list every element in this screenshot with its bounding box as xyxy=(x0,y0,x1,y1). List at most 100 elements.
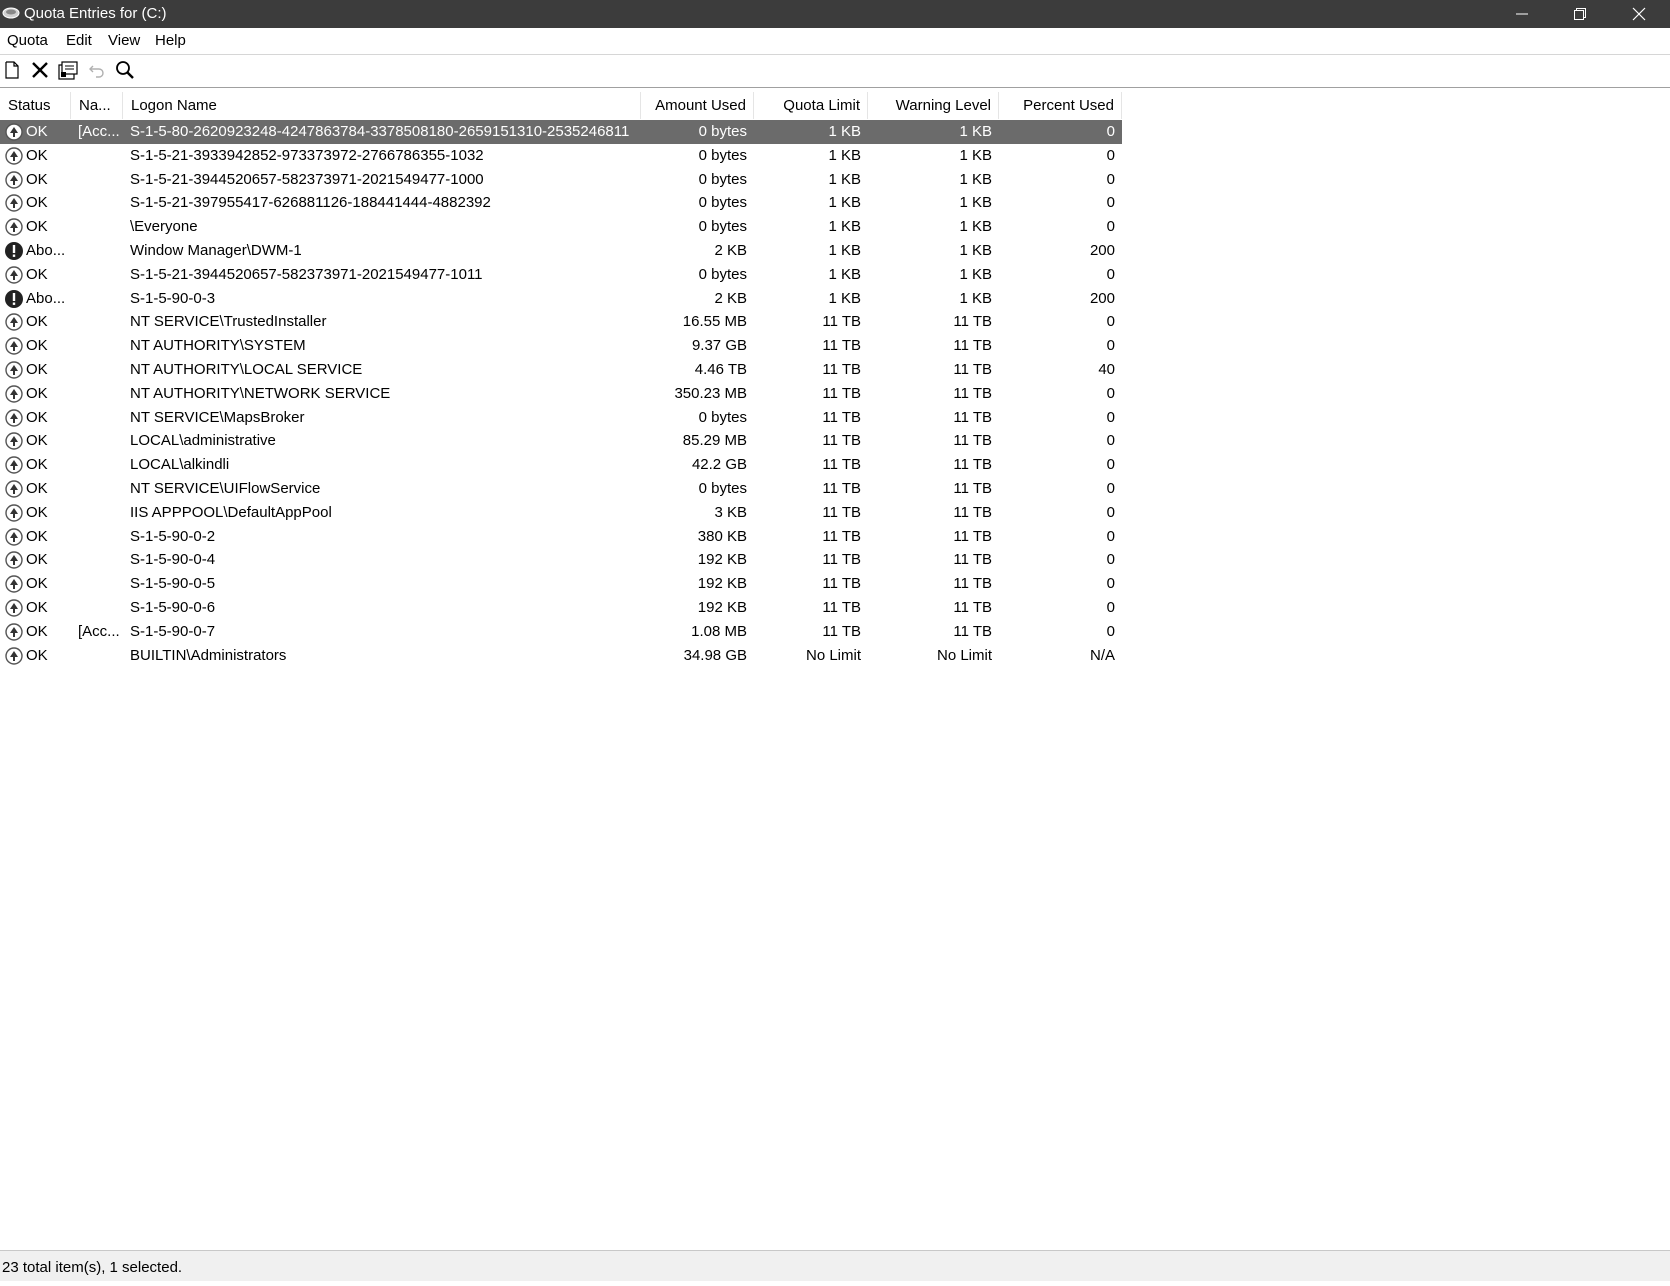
close-button[interactable] xyxy=(1610,0,1668,28)
cell-status: OK xyxy=(26,479,48,497)
delete-button[interactable] xyxy=(29,59,51,81)
minimize-icon xyxy=(1516,13,1528,15)
cell-name xyxy=(78,144,123,168)
cell-warning: 11 TB xyxy=(953,479,992,497)
cell-used: 16.55 MB xyxy=(682,313,747,331)
quota-ok-icon xyxy=(4,312,24,332)
table-row[interactable]: OK S-1-5-21-3933942852-973373972-27667863… xyxy=(0,144,1122,168)
cell-logon: NT SERVICE\TrustedInstaller xyxy=(130,313,327,331)
quota-ok-icon xyxy=(4,455,24,475)
column-header-logon-name[interactable]: Logon Name xyxy=(123,92,641,119)
table-row[interactable]: OK NT AUTHORITY\LOCAL SERVICE 4.46 TB 11 TB… xyxy=(0,358,1122,382)
restore-button[interactable] xyxy=(1551,0,1609,28)
cell-limit: 11 TB xyxy=(822,360,861,378)
cell-logon: S-1-5-21-3944520657-582373971-2021549477… xyxy=(130,265,483,283)
quota-ok-icon xyxy=(4,336,24,356)
cell-warning: 11 TB xyxy=(953,622,992,640)
cell-name: [Acc... xyxy=(78,123,120,140)
table-row[interactable]: OK \Everyone 0 bytes 1 KB 1 KB 0 xyxy=(0,215,1122,239)
table-row[interactable]: OK NT AUTHORITY\SYSTEM 9.37 GB 11 TB 11 TB 0 xyxy=(0,334,1122,358)
table-row[interactable]: OK S-1-5-21-3944520657-582373971-20215494… xyxy=(0,263,1122,287)
cell-used: 85.29 MB xyxy=(682,432,747,450)
menu-view[interactable]: View xyxy=(108,32,140,49)
cell-used: 0 bytes xyxy=(698,408,747,426)
undo-button[interactable] xyxy=(86,59,108,81)
cell-logon: LOCAL\alkindli xyxy=(130,456,230,474)
minimize-button[interactable] xyxy=(1493,0,1551,28)
new-entry-button[interactable] xyxy=(1,59,23,81)
table-row[interactable]: OK [Acc... S-1-5-80-2620923248-4247863784-… xyxy=(0,120,1122,144)
cell-status: OK xyxy=(26,456,48,474)
cell-status: OK xyxy=(26,146,48,164)
cell-percent: 0 xyxy=(1106,598,1115,616)
cell-limit: 11 TB xyxy=(822,384,861,402)
cell-warning: 1 KB xyxy=(959,170,992,188)
table-row[interactable]: OK S-1-5-90-0-6 192 KB 11 TB 11 TB 0 xyxy=(0,596,1122,620)
column-header-quota-limit[interactable]: Quota Limit xyxy=(754,92,868,119)
cell-status: OK xyxy=(26,218,48,236)
cell-percent: 0 xyxy=(1106,408,1115,426)
cell-logon: NT SERVICE\MapsBroker xyxy=(130,408,305,426)
table-row[interactable]: Abo... Window Manager\DWM-1 2 KB 1 KB 1 KB 20… xyxy=(0,239,1122,263)
cell-name xyxy=(78,644,123,668)
cell-warning: 11 TB xyxy=(953,337,992,355)
quota-entries-list[interactable]: Status Na... Logon Name Amount Used Quot… xyxy=(0,92,1670,1250)
cell-status: OK xyxy=(26,123,48,140)
column-header-name[interactable]: Na... xyxy=(71,92,123,119)
cell-name xyxy=(78,191,123,215)
menu-help[interactable]: Help xyxy=(155,32,186,49)
table-row[interactable]: OK S-1-5-21-397955417-626881126-188441444… xyxy=(0,191,1122,215)
cell-percent: 0 xyxy=(1106,456,1115,474)
find-button[interactable] xyxy=(114,59,136,81)
table-row[interactable]: OK S-1-5-21-3944520657-582373971-20215494… xyxy=(0,168,1122,192)
cell-used: 0 bytes xyxy=(698,265,747,283)
cell-logon: S-1-5-21-3933942852-973373972-2766786355… xyxy=(130,146,484,164)
cell-limit: 1 KB xyxy=(828,289,861,307)
table-row[interactable]: OK IIS APPPOOL\DefaultAppPool 3 KB 11 TB 11 … xyxy=(0,501,1122,525)
table-row[interactable]: OK LOCAL\administrative 85.29 MB 11 TB 11 TB… xyxy=(0,429,1122,453)
cell-status: OK xyxy=(26,384,48,402)
table-row[interactable]: OK S-1-5-90-0-4 192 KB 11 TB 11 TB 0 xyxy=(0,548,1122,572)
cell-logon: S-1-5-80-2620923248-4247863784-337850818… xyxy=(130,123,630,140)
cell-percent: 0 xyxy=(1106,313,1115,331)
table-row[interactable]: Abo... S-1-5-90-0-3 2 KB 1 KB 1 KB 200 xyxy=(0,287,1122,311)
quota-ok-icon xyxy=(4,360,24,380)
table-row[interactable]: OK BUILTIN\Administrators 34.98 GB No Limit… xyxy=(0,644,1122,668)
cell-warning: 11 TB xyxy=(953,575,992,593)
table-row[interactable]: OK NT SERVICE\MapsBroker 0 bytes 11 TB 11 TB… xyxy=(0,406,1122,430)
cell-limit: 1 KB xyxy=(828,218,861,236)
cell-used: 0 bytes xyxy=(698,479,747,497)
find-icon xyxy=(116,61,134,79)
menu-edit[interactable]: Edit xyxy=(66,32,92,49)
cell-used: 350.23 MB xyxy=(674,384,747,402)
cell-name xyxy=(78,263,123,287)
table-row[interactable]: OK NT AUTHORITY\NETWORK SERVICE 350.23 MB 1… xyxy=(0,382,1122,406)
table-row[interactable]: OK NT SERVICE\TrustedInstaller 16.55 MB 11 … xyxy=(0,310,1122,334)
properties-button[interactable] xyxy=(57,59,79,81)
column-header-amount-used[interactable]: Amount Used xyxy=(641,92,754,119)
table-row[interactable]: OK S-1-5-90-0-2 380 KB 11 TB 11 TB 0 xyxy=(0,525,1122,549)
cell-used: 4.46 TB xyxy=(694,360,747,378)
cell-limit: 11 TB xyxy=(822,551,861,569)
table-row[interactable]: OK LOCAL\alkindli 42.2 GB 11 TB 11 TB 0 xyxy=(0,453,1122,477)
cell-logon: S-1-5-21-3944520657-582373971-2021549477… xyxy=(130,170,484,188)
column-header-warning-level[interactable]: Warning Level xyxy=(868,92,999,119)
cell-name xyxy=(78,382,123,406)
table-row[interactable]: OK [Acc... S-1-5-90-0-7 1.08 MB 11 TB 11 TB 0 xyxy=(0,620,1122,644)
column-header-row: Status Na... Logon Name Amount Used Quot… xyxy=(0,92,1122,119)
column-header-percent-used[interactable]: Percent Used xyxy=(999,92,1122,119)
cell-percent: 0 xyxy=(1106,622,1115,640)
menu-quota[interactable]: Quota xyxy=(7,32,48,49)
column-header-status[interactable]: Status xyxy=(0,92,71,119)
cell-name xyxy=(78,334,123,358)
warning-icon xyxy=(4,241,24,261)
cell-percent: 0 xyxy=(1106,265,1115,283)
cell-logon: \Everyone xyxy=(130,218,198,236)
cell-status: OK xyxy=(26,337,48,355)
quota-ok-icon xyxy=(4,265,24,285)
table-row[interactable]: OK NT SERVICE\UIFlowService 0 bytes 11 TB 11… xyxy=(0,477,1122,501)
cell-warning: 11 TB xyxy=(953,360,992,378)
cell-status: OK xyxy=(26,598,48,616)
cell-percent: 0 xyxy=(1106,337,1115,355)
table-row[interactable]: OK S-1-5-90-0-5 192 KB 11 TB 11 TB 0 xyxy=(0,572,1122,596)
